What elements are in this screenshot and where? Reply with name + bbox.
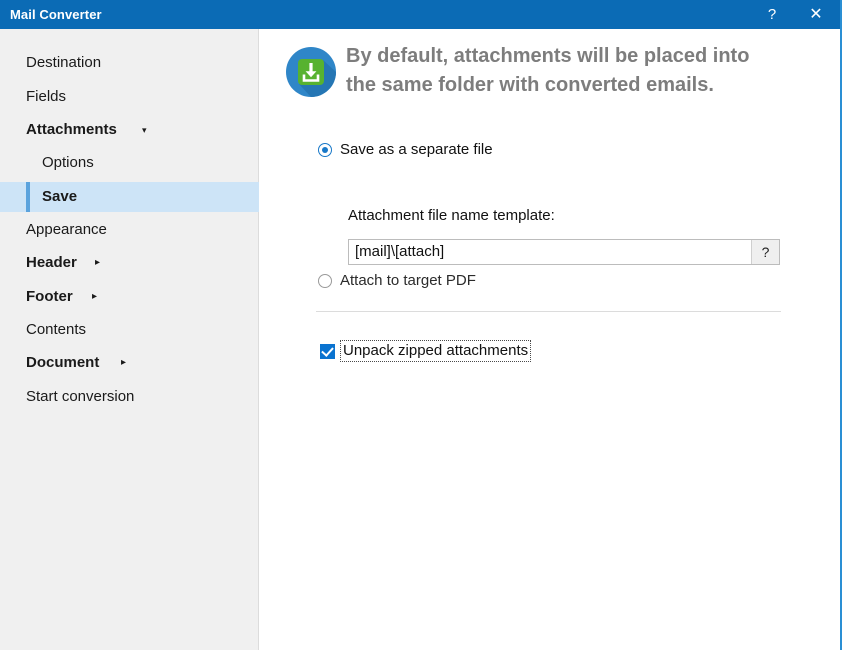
sidebar-item-attachments[interactable]: Attachments ▾ [0,115,259,145]
chevron-right-icon: ▸ [95,257,101,268]
sidebar-item-label: Attachments [26,121,117,138]
attachment-template-value: [mail]\[attach] [355,243,445,260]
title-bar: Mail Converter ? ✕ [0,0,840,29]
panel-heading: By default, attachments will be placed i… [346,42,816,100]
selection-accent-bar [26,182,30,212]
sidebar-item-save[interactable]: Save [0,182,259,212]
download-attachment-icon [285,46,337,98]
sidebar-item-label: Document [26,354,100,371]
panel-heading-line2: the same folder with converted emails. [346,74,714,96]
settings-panel: By default, attachments will be placed i… [260,29,840,650]
sidebar-item-appearance[interactable]: Appearance [0,215,259,245]
sidebar-item-label: Appearance [26,221,107,238]
sidebar-item-document[interactable]: Document ▸ [0,348,259,378]
sidebar-item-contents[interactable]: Contents [0,315,259,345]
sidebar-item-label: Options [42,154,94,171]
chevron-right-icon: ▸ [121,357,127,368]
sidebar-item-label: Footer [26,288,73,305]
radio-button-unselected-icon[interactable] [318,274,332,288]
radio-label: Save as a separate file [340,141,493,158]
checkbox-label: Unpack zipped attachments [339,340,532,362]
sidebar-item-footer[interactable]: Footer ▸ [0,282,259,312]
sidebar-item-label: Start conversion [26,388,135,405]
radio-button-selected-icon[interactable] [318,143,332,157]
close-icon[interactable]: ✕ [798,0,834,29]
sidebar-item-options[interactable]: Options [0,148,259,178]
template-field-label: Attachment file name template: [348,207,555,224]
mail-converter-window: Mail Converter ? ✕ Destination Fields At… [0,0,842,650]
sidebar-item-header[interactable]: Header ▸ [0,248,259,278]
sidebar-item-destination[interactable]: Destination [0,48,259,78]
chevron-right-icon: ▸ [92,291,98,302]
chevron-down-icon: ▾ [142,125,147,135]
section-divider [316,311,781,312]
sidebar-item-label: Contents [26,321,87,338]
window-title: Mail Converter [10,7,102,22]
radio-label: Attach to target PDF [340,272,476,289]
sidebar-item-label: Fields [26,88,67,105]
help-icon[interactable]: ? [754,0,790,29]
panel-heading-line1: By default, attachments will be placed i… [346,45,750,67]
sidebar: Destination Fields Attachments ▾ Options… [0,29,259,650]
checkmark-icon [321,344,334,357]
sidebar-item-start-conversion[interactable]: Start conversion [0,382,259,412]
sidebar-item-label: Save [42,188,78,205]
checkbox-checked-icon[interactable] [320,344,335,359]
sidebar-item-label: Destination [26,54,102,71]
sidebar-item-fields[interactable]: Fields [0,82,259,112]
template-help-button[interactable]: ? [751,240,779,264]
attachment-template-input[interactable]: [mail]\[attach] ? [348,239,780,265]
sidebar-item-label: Header [26,254,77,271]
